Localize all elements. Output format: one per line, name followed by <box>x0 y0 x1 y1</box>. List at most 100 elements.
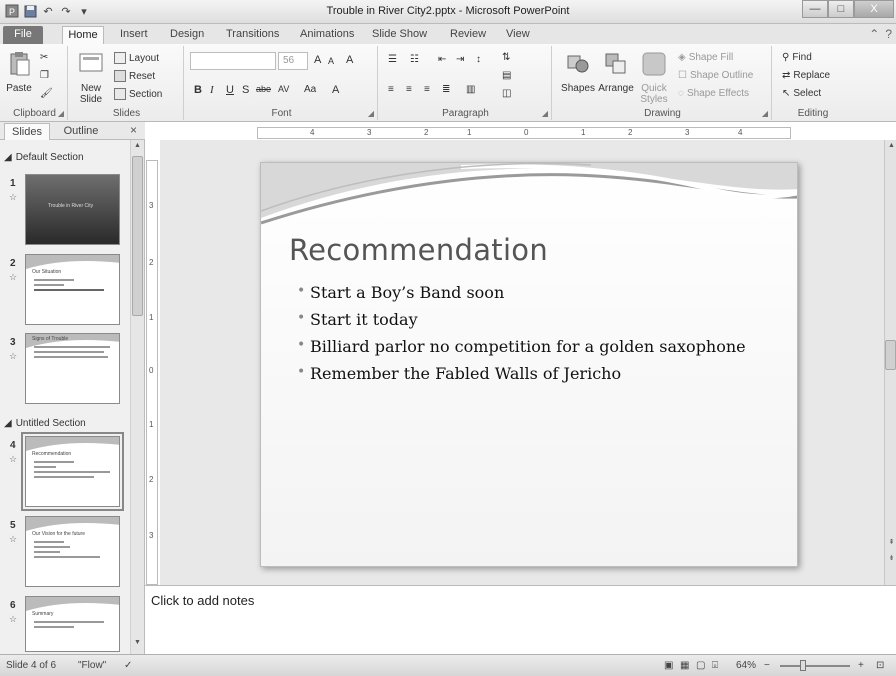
slides-panel-scrollbar[interactable]: ▲ ▼ <box>130 140 144 654</box>
increase-indent-icon[interactable]: ⇥ <box>456 54 464 65</box>
copy-icon[interactable]: ❐ <box>40 70 49 81</box>
fit-to-window-icon[interactable]: ⊡ <box>876 660 884 671</box>
help-icon[interactable]: ? <box>885 27 892 41</box>
tab-design[interactable]: Design <box>170 26 204 44</box>
theme-name[interactable]: "Flow" <box>78 660 106 671</box>
tab-transitions[interactable]: Transitions <box>226 26 279 44</box>
underline-button[interactable]: U <box>226 84 234 96</box>
quick-styles-button[interactable]: Quick Styles <box>636 50 672 105</box>
previous-slide-icon[interactable]: ⇞ <box>885 538 896 551</box>
font-name-box[interactable] <box>190 52 276 70</box>
next-slide-icon[interactable]: ⇟ <box>885 554 896 567</box>
font-size-box[interactable]: 56 <box>278 52 308 70</box>
tab-animations[interactable]: Animations <box>300 26 354 44</box>
tab-insert[interactable]: Insert <box>120 26 148 44</box>
smartart-icon[interactable]: ◫ <box>502 88 511 99</box>
select-button[interactable]: ↖ Select <box>782 88 821 99</box>
clipboard-dialog-launcher[interactable]: ◢ <box>58 109 64 118</box>
section-header-default[interactable]: ◢ Default Section <box>4 152 84 163</box>
slide-canvas[interactable]: Recommendation Start a Boy’s Band soon S… <box>260 162 798 567</box>
paste-button[interactable]: Paste <box>4 50 34 94</box>
zoom-level[interactable]: 64% <box>736 660 756 671</box>
slide-thumbnail[interactable]: Signs of Trouble <box>25 333 120 404</box>
character-spacing-button[interactable]: AV <box>278 84 289 94</box>
clear-formatting-button[interactable]: A <box>346 54 353 66</box>
columns-icon[interactable]: ▥ <box>466 84 475 95</box>
section-header-untitled[interactable]: ◢ Untitled Section <box>4 418 86 429</box>
bold-button[interactable]: B <box>194 84 202 96</box>
zoom-slider[interactable] <box>780 665 850 667</box>
minimize-button[interactable]: — <box>802 0 828 18</box>
align-text-icon[interactable]: ▤ <box>502 70 511 81</box>
tab-outline[interactable]: Outline <box>56 123 106 140</box>
slide-thumbnail[interactable]: Our Situation <box>25 254 120 325</box>
scroll-up-icon[interactable]: ▲ <box>885 142 896 155</box>
align-right-icon[interactable]: ≡ <box>424 84 430 95</box>
spell-check-icon[interactable]: ✓ <box>124 660 132 671</box>
shadow-button[interactable]: S <box>242 84 249 96</box>
slide-title[interactable]: Recommendation <box>289 233 548 267</box>
tab-slide-show[interactable]: Slide Show <box>372 26 427 44</box>
arrange-button[interactable]: Arrange <box>598 50 634 94</box>
align-left-icon[interactable]: ≡ <box>388 84 394 95</box>
scrollbar-thumb[interactable] <box>132 156 143 316</box>
slide-thumbnail-selected[interactable]: Recommendation <box>21 432 124 511</box>
zoom-out-button[interactable]: − <box>764 660 770 671</box>
slide-thumbnail[interactable]: Our Vision for the future <box>25 516 120 587</box>
layout-button[interactable]: Layout <box>114 52 159 64</box>
shrink-font-button[interactable]: A <box>328 56 334 66</box>
zoom-in-button[interactable]: + <box>858 660 864 671</box>
text-direction-icon[interactable]: ⇅ <box>502 52 510 63</box>
slide-thumbnail[interactable]: Trouble in River City <box>25 174 120 245</box>
tab-view[interactable]: View <box>506 26 530 44</box>
format-painter-icon[interactable]: 🖌 <box>40 88 53 99</box>
section-button[interactable]: Section <box>114 88 162 100</box>
shape-fill-button[interactable]: ◈ Shape Fill <box>678 52 733 63</box>
reading-view-icon[interactable]: ▢ <box>696 660 705 671</box>
slide-show-icon[interactable]: ⌻ <box>712 660 718 671</box>
justify-icon[interactable]: ≣ <box>442 84 450 95</box>
cut-icon[interactable]: ✂ <box>40 52 48 63</box>
tab-file[interactable]: File <box>3 26 43 44</box>
maximize-button[interactable]: □ <box>828 0 854 18</box>
editor-scrollbar[interactable]: ▲ ⇞ ⇟ <box>884 140 896 585</box>
thumbnail-line <box>34 551 60 553</box>
change-case-button[interactable]: Aa <box>304 84 316 95</box>
slide-sorter-icon[interactable]: ▦ <box>680 660 689 671</box>
tab-review[interactable]: Review <box>450 26 486 44</box>
replace-button[interactable]: ⇄ Replace <box>782 70 830 81</box>
font-dialog-launcher[interactable]: ◢ <box>368 109 374 118</box>
notes-placeholder[interactable]: Click to add notes <box>151 593 254 608</box>
thumbnail-line <box>34 356 108 358</box>
shapes-button[interactable]: Shapes <box>560 50 596 94</box>
minimize-ribbon-icon[interactable]: ⌃ <box>869 27 879 41</box>
scroll-up-icon[interactable]: ▲ <box>131 142 144 155</box>
new-slide-button[interactable]: New Slide <box>74 50 108 105</box>
reset-button[interactable]: Reset <box>114 70 155 82</box>
slide-thumbnail[interactable]: Summary <box>25 596 120 652</box>
slide-bullet-list[interactable]: Start a Boy’s Band soon Start it today B… <box>297 283 746 391</box>
drawing-dialog-launcher[interactable]: ◢ <box>762 109 768 118</box>
shape-outline-button[interactable]: ☐ Shape Outline <box>678 70 753 81</box>
tab-slides[interactable]: Slides <box>4 123 50 140</box>
zoom-slider-thumb[interactable] <box>800 660 806 671</box>
normal-view-icon[interactable]: ▣ <box>664 660 673 671</box>
italic-button[interactable]: I <box>210 84 214 96</box>
align-center-icon[interactable]: ≡ <box>406 84 412 95</box>
shape-effects-button[interactable]: ◌ Shape Effects <box>678 88 749 99</box>
notes-pane[interactable]: Click to add notes <box>145 585 896 654</box>
tab-home[interactable]: Home <box>62 26 104 44</box>
decrease-indent-icon[interactable]: ⇤ <box>438 54 446 65</box>
bullets-icon[interactable]: ☰ <box>388 54 397 65</box>
numbering-icon[interactable]: ☷ <box>410 54 419 65</box>
close-button[interactable]: X <box>854 0 894 18</box>
strikethrough-button[interactable]: abe <box>256 84 271 94</box>
scrollbar-thumb[interactable] <box>885 340 896 370</box>
scroll-down-icon[interactable]: ▼ <box>131 639 144 652</box>
find-button[interactable]: ⚲ Find <box>782 52 812 63</box>
grow-font-button[interactable]: A <box>314 54 321 66</box>
font-color-button[interactable]: A <box>332 84 339 96</box>
close-panel-icon[interactable]: × <box>130 123 137 137</box>
paragraph-dialog-launcher[interactable]: ◢ <box>542 109 548 118</box>
line-spacing-icon[interactable]: ↕ <box>476 54 481 65</box>
